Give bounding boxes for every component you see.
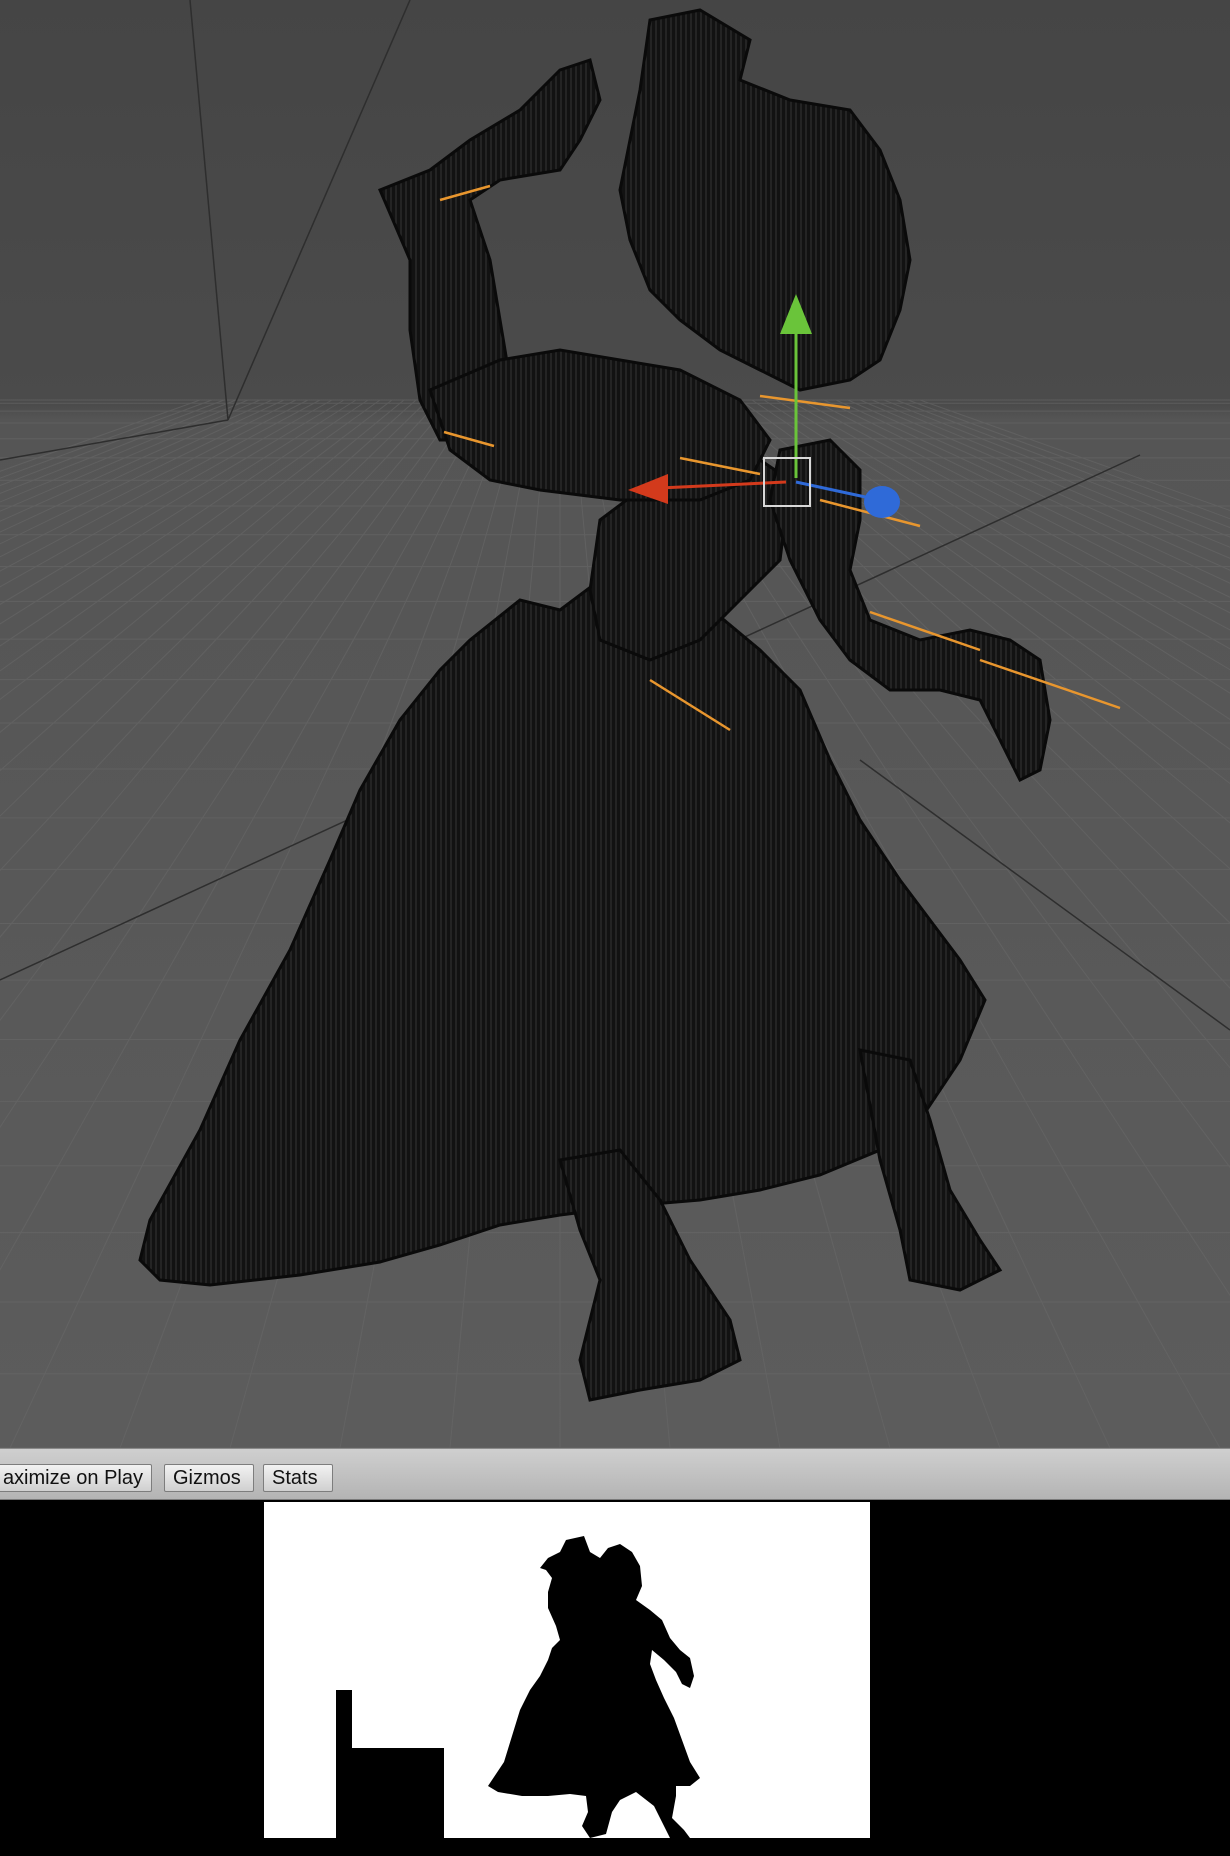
scene-view[interactable] bbox=[0, 0, 1230, 1448]
scene-viewport[interactable] bbox=[0, 0, 1230, 1448]
game-viewport[interactable] bbox=[0, 1500, 1230, 1856]
maximize-on-play-button[interactable]: aximize on Play bbox=[0, 1464, 152, 1492]
stats-button[interactable]: Stats bbox=[263, 1464, 333, 1492]
game-view-toolbar: aximize on Play Gizmos Stats bbox=[0, 1448, 1230, 1500]
gizmos-button[interactable]: Gizmos bbox=[164, 1464, 254, 1492]
gizmo-z-handle[interactable] bbox=[864, 486, 900, 518]
game-view[interactable] bbox=[0, 1500, 1230, 1856]
